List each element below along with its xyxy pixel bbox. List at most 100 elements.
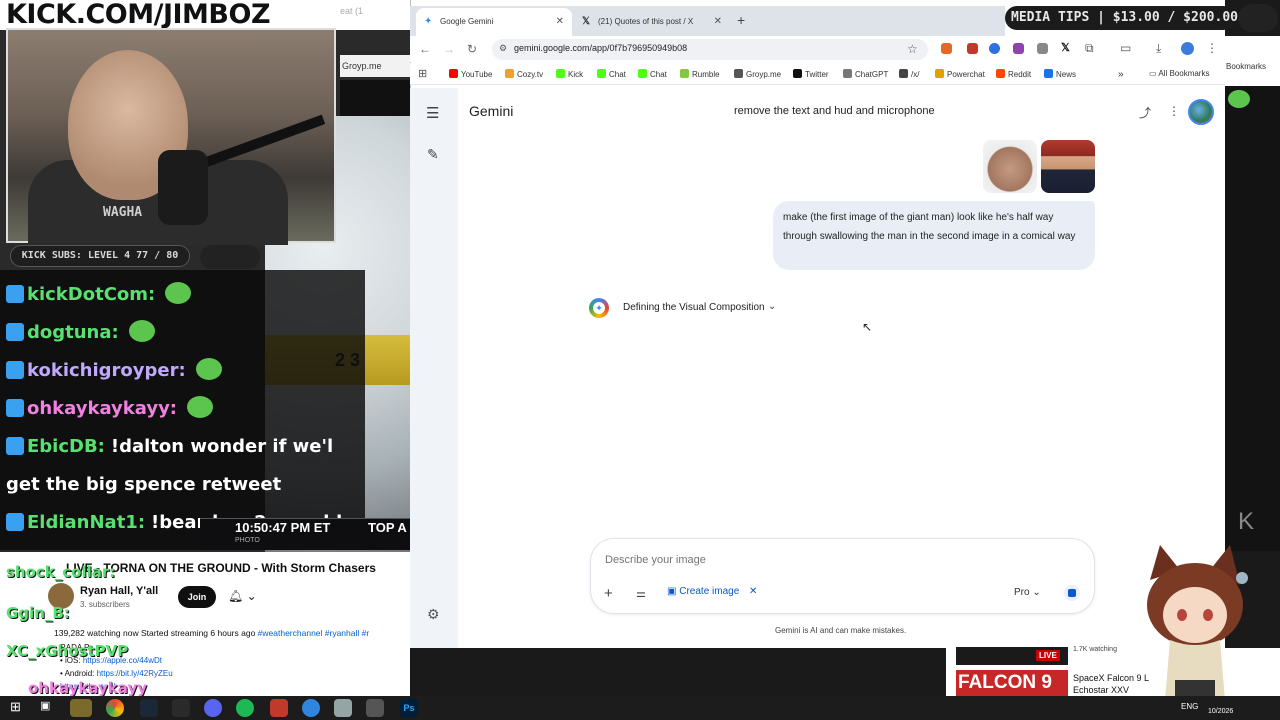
spotify-icon[interactable] [236, 699, 254, 717]
s-extension-icon[interactable] [1037, 43, 1048, 54]
site-info-icon[interactable]: ⚙ [499, 43, 507, 54]
hashtags[interactable]: #weatherchannel #ryanhall #r [258, 628, 370, 638]
chat-badge-icon [6, 437, 24, 455]
more-options-icon[interactable]: ⋮ [1168, 104, 1180, 118]
right-bookmark-area [1225, 36, 1280, 86]
gemini-brand[interactable]: Gemini [469, 103, 513, 119]
chat-username: dogtuna: [27, 322, 119, 343]
app-icon[interactable] [302, 699, 320, 717]
add-attachment-plus-icon[interactable]: + [604, 585, 613, 602]
bookmarks-label[interactable]: Bookmarks [1226, 62, 1266, 71]
chat-icon [597, 69, 606, 78]
tab-google-gemini[interactable]: ✦ Google Gemini ✕ [416, 8, 572, 36]
chat-username: ohkaykaykayy: [27, 398, 178, 419]
system-date[interactable]: 10/2026 [1208, 708, 1233, 715]
cast-icon[interactable]: ▭ [1120, 41, 1131, 55]
extension-icon[interactable] [1013, 43, 1024, 54]
close-icon[interactable]: ✕ [714, 8, 722, 36]
prompt-input[interactable] [605, 551, 1065, 569]
clock-right-text: TOP A [368, 520, 407, 535]
bookmark-reddit[interactable]: Reddit [996, 69, 1031, 79]
reload-icon[interactable]: ↻ [467, 42, 477, 56]
prompt-composer [590, 538, 1095, 614]
bookmark-x-board[interactable]: /x/ [899, 69, 919, 79]
app-icon[interactable] [334, 699, 352, 717]
bookmark-cozytv[interactable]: Cozy.tv [505, 69, 543, 79]
more-bookmarks-chevron-icon[interactable]: » [1118, 69, 1124, 80]
apps-grid-icon[interactable]: ⊞ [418, 67, 427, 80]
gemini-spark-inner: ✦ [593, 302, 605, 314]
steam-icon[interactable] [140, 699, 158, 717]
x-extension-icon[interactable]: 𝕏 [1061, 41, 1070, 54]
bookmark-kick[interactable]: Kick [556, 69, 583, 79]
audio-extension-icon[interactable] [989, 43, 1000, 54]
photoshop-icon[interactable]: Ps [400, 699, 418, 717]
bookmark-youtube[interactable]: YouTube [449, 69, 492, 79]
overlay-name: Ggin_B: [6, 604, 70, 622]
falcon-thumbnail[interactable]: FALCON 9 [956, 670, 1068, 696]
thinking-status[interactable]: Defining the Visual Composition [623, 302, 765, 313]
share-icon[interactable]: ⤴ [1139, 104, 1151, 121]
bookmark-chat-2[interactable]: Chat [638, 69, 667, 79]
bookmark-powerchat[interactable]: Powerchat [935, 69, 985, 79]
chat-username: EldianNat1: [27, 512, 146, 533]
bookmark-label: /x/ [911, 70, 920, 79]
settings-gear-icon[interactable]: ⚙ [427, 606, 440, 623]
metamask-extension-icon[interactable] [941, 43, 952, 54]
watching-text: 139,282 watching now Started streaming 6… [54, 628, 256, 638]
bell-icon[interactable]: 🔔︎ ⌄ [228, 589, 257, 603]
account-avatar[interactable] [1188, 99, 1214, 125]
model-selector[interactable]: Pro ⌄ [1014, 587, 1041, 598]
stream-chat: kickDotCom: dogtuna: kokichigroyper: ohkayk… [0, 270, 365, 571]
bookmark-chat[interactable]: Chat [597, 69, 626, 79]
android-link[interactable]: https://bit.ly/42RyZEu [97, 669, 173, 678]
task-view-icon[interactable]: ▣ [40, 699, 58, 717]
browser-menu-icon[interactable]: ⋮ [1206, 41, 1218, 55]
language-indicator[interactable]: ENG [1181, 702, 1198, 711]
bookmark-news[interactable]: News [1044, 69, 1076, 79]
new-chat-icon[interactable]: ✎ [427, 146, 439, 163]
join-button[interactable]: Join [178, 586, 216, 608]
back-icon[interactable]: ← [419, 42, 431, 56]
chrome-icon[interactable] [106, 699, 124, 717]
profile-avatar[interactable] [1181, 42, 1194, 55]
bookmark-groyp[interactable]: Groyp.me [734, 69, 781, 79]
bookmark-twitter[interactable]: Twitter [793, 69, 829, 79]
all-bookmarks[interactable]: ▭ All Bookmarks [1149, 69, 1209, 78]
forward-icon[interactable]: → [443, 42, 455, 56]
start-button-icon[interactable]: ⊞ [10, 699, 28, 717]
frog-emote [1228, 90, 1250, 108]
tools-sliders-icon[interactable]: ⚌ [636, 587, 646, 600]
chevron-down-icon[interactable]: ⌄ [768, 301, 776, 312]
uploaded-image-giant-man[interactable] [983, 140, 1037, 193]
app-icon[interactable] [366, 699, 384, 717]
clock-time: 10:50:47 PM ET [235, 520, 331, 535]
bookmark-chatgpt[interactable]: ChatGPT [843, 69, 888, 79]
extensions-puzzle-icon[interactable]: ⧉ [1085, 41, 1094, 56]
discord-icon[interactable] [204, 699, 222, 717]
uploaded-image-second-man[interactable] [1041, 140, 1095, 193]
close-icon[interactable]: ✕ [749, 586, 757, 597]
bookmark-star-icon[interactable]: ☆ [907, 42, 918, 56]
android-label: • Android: [60, 669, 97, 678]
close-icon[interactable]: ✕ [556, 8, 564, 36]
file-explorer-icon[interactable] [70, 699, 92, 717]
download-icon[interactable]: ⤓ [1156, 41, 1161, 56]
user-message-text: make (the first image of the giant man) … [783, 212, 1076, 242]
bookmark-label: Kick [568, 70, 584, 79]
channel-name[interactable]: Ryan Hall, Y'all [80, 585, 158, 597]
bookmark-rumble[interactable]: Rumble [680, 69, 720, 79]
overlay-name: XC_xGhostPVP [6, 642, 129, 660]
tab-x-quotes[interactable]: 𝕏 (21) Quotes of this post / X ✕ [578, 8, 730, 36]
extension-icon[interactable] [967, 43, 978, 54]
menu-icon[interactable]: ☰ [426, 104, 439, 122]
url-text[interactable]: gemini.google.com/app/0f7b796950949b08 [514, 43, 687, 53]
create-image-chip[interactable]: ▣ Create image [667, 586, 739, 597]
app-icon[interactable] [172, 699, 190, 717]
bookmark-label: YouTube [461, 70, 493, 79]
youtube-icon [449, 69, 458, 78]
app-icon[interactable] [270, 699, 288, 717]
new-tab-button[interactable]: + [737, 12, 745, 28]
model-label: Pro [1014, 587, 1030, 598]
stop-icon[interactable] [1068, 589, 1076, 597]
